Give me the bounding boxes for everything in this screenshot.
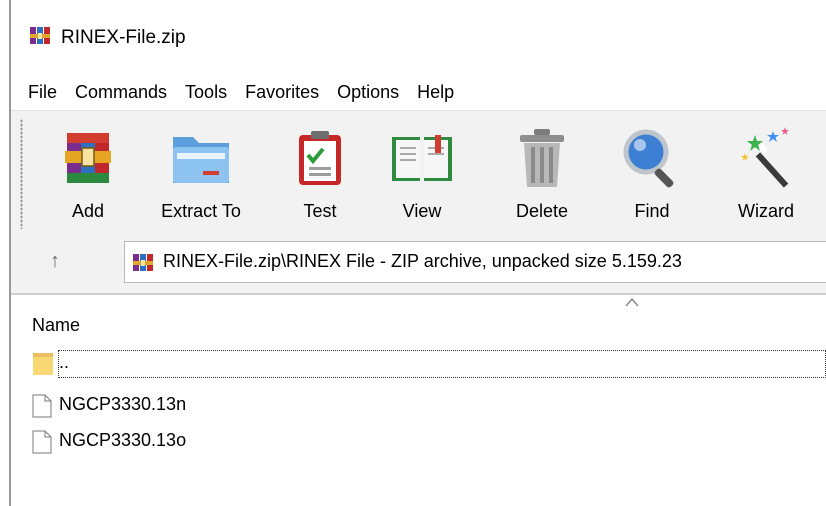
file-icon <box>32 430 52 454</box>
file-row-parent[interactable]: .. <box>22 347 826 379</box>
extract-folder-icon <box>173 137 229 183</box>
extract-to-label: Extract To <box>161 201 241 221</box>
menu-options[interactable]: Options <box>328 78 408 108</box>
view-button[interactable]: View <box>381 119 463 229</box>
up-arrow-icon[interactable]: ↑ <box>43 249 67 273</box>
sort-ascending-icon[interactable] <box>625 297 639 307</box>
test-clipboard-icon <box>299 131 341 185</box>
file-row[interactable]: NGCP3330.13o <box>22 425 826 457</box>
wizard-label: Wizard <box>737 201 794 221</box>
magic-wand-icon <box>741 127 789 188</box>
test-button[interactable]: Test <box>279 119 361 229</box>
address-row: ↑ RINEX-File.zip\RINEX File - ZIP archiv… <box>11 231 826 293</box>
toolbar: Add Extract To Test View Delete Find Wiz… <box>11 110 826 231</box>
test-label: Test <box>303 201 337 221</box>
winrar-archive-icon <box>133 254 153 271</box>
focus-rectangle <box>58 350 826 378</box>
file-name: NGCP3330.13o <box>59 430 187 450</box>
delete-label: Delete <box>515 201 569 221</box>
menu-bar: File Commands Tools Favorites Options He… <box>11 78 826 108</box>
add-button[interactable]: Add <box>47 119 129 229</box>
winrar-app-icon <box>30 27 50 44</box>
folder-icon <box>33 353 53 375</box>
find-label: Find <box>634 201 670 221</box>
menu-help[interactable]: Help <box>408 78 463 108</box>
address-path-field[interactable]: RINEX-File.zip\RINEX File - ZIP archive,… <box>124 241 826 283</box>
file-name: .. <box>59 352 70 372</box>
magnifier-icon <box>623 129 674 188</box>
menu-favorites[interactable]: Favorites <box>236 78 328 108</box>
wizard-button[interactable]: Wizard <box>721 119 811 229</box>
menu-commands[interactable]: Commands <box>66 78 176 108</box>
file-list: Name .. NGCP3330.13n NGCP3330.13o <box>11 295 826 506</box>
file-name: NGCP3330.13n <box>59 394 187 414</box>
menu-file[interactable]: File <box>11 78 66 108</box>
column-header-name[interactable]: Name <box>32 315 80 336</box>
file-row[interactable]: NGCP3330.13n <box>22 389 826 421</box>
trash-can-icon <box>520 129 564 187</box>
window-title: RINEX-File.zip <box>61 27 186 48</box>
add-archive-icon <box>65 133 111 183</box>
view-book-icon <box>392 135 452 181</box>
view-label: View <box>402 201 442 221</box>
add-label: Add <box>71 201 105 221</box>
delete-button[interactable]: Delete <box>501 119 583 229</box>
title-bar: RINEX-File.zip <box>11 0 826 78</box>
find-button[interactable]: Find <box>611 119 693 229</box>
toolbar-grip[interactable] <box>20 119 23 229</box>
menu-tools[interactable]: Tools <box>176 78 236 108</box>
file-icon <box>32 394 52 418</box>
address-path-text: RINEX-File.zip\RINEX File - ZIP archive,… <box>163 251 682 271</box>
extract-to-button[interactable]: Extract To <box>141 119 261 229</box>
